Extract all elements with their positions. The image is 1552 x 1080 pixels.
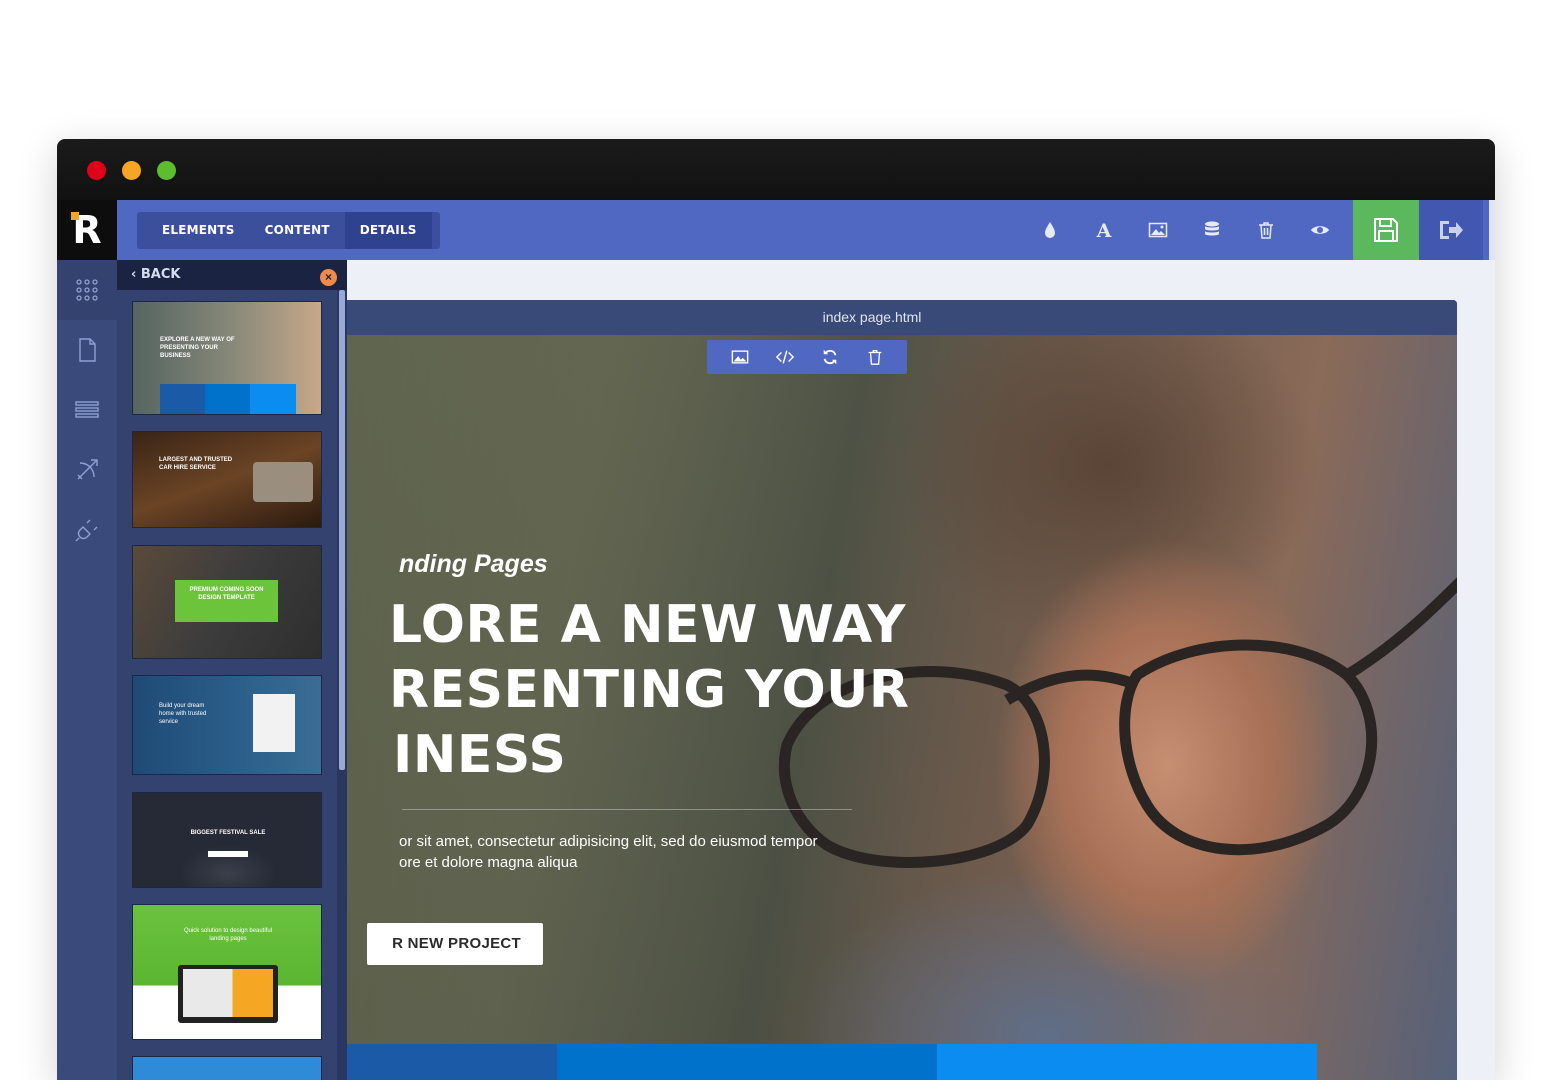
preview-tool-button[interactable] [1293, 200, 1347, 260]
back-link[interactable]: ‹ BACK [131, 260, 180, 290]
rail-item-elements[interactable] [57, 260, 117, 320]
close-window-button[interactable] [87, 161, 106, 180]
hero-subtitle: nding Pages [399, 550, 548, 578]
hero-section[interactable]: nding Pages LORE A NEW WAY RESENTING YOU… [287, 335, 1457, 1080]
thumbnail-button [208, 851, 248, 857]
template-thumbnail[interactable]: EXPLORE A NEW WAY OF PRESENTING YOUR BUS… [132, 301, 322, 415]
logo-accent [71, 212, 79, 220]
color-tool-button[interactable] [1023, 200, 1077, 260]
page-icon [79, 338, 96, 362]
back-label: BACK [140, 267, 181, 282]
page-canvas: index page.html nding Pages LORE A NEW W… [287, 300, 1457, 1080]
eye-icon [1311, 226, 1329, 234]
toolbar-edge [1489, 200, 1495, 260]
delete-tool-button[interactable] [1239, 200, 1293, 260]
trash-icon [1259, 222, 1273, 239]
drop-icon [1045, 222, 1055, 238]
file-name-label: index page.html [287, 300, 1457, 335]
data-tool-button[interactable] [1185, 200, 1239, 260]
sign-out-icon [1440, 221, 1463, 239]
floppy-icon [1374, 218, 1398, 242]
save-button[interactable] [1353, 200, 1419, 260]
template-thumbnail[interactable]: Build your dream home with trusted servi… [132, 675, 322, 775]
thumbnail-title: Build your dream home with trusted servi… [159, 703, 207, 725]
font-icon: A [1096, 220, 1112, 240]
rail-item-layers[interactable] [57, 380, 117, 440]
template-thumbnail[interactable]: LARGEST AND TRUSTED CAR HIRE SERVICE [132, 431, 322, 528]
plug-icon [75, 519, 98, 542]
exit-button[interactable] [1419, 200, 1483, 260]
panel-scroll-thumb[interactable] [339, 290, 345, 770]
thumbnail-title: PREMIUM COMING SOON DESIGN TEMPLATE [189, 587, 264, 601]
hero-divider [402, 809, 852, 810]
new-project-button[interactable]: R NEW PROJECT [367, 923, 543, 965]
refresh-icon[interactable] [821, 348, 839, 366]
grid-icon [76, 279, 98, 301]
rail-item-target[interactable] [57, 440, 117, 500]
thumbnail-laptop-screen [183, 969, 273, 1017]
panel-header: ‹ BACK × [117, 260, 347, 290]
svg-text:A: A [1096, 220, 1112, 240]
trash-icon[interactable] [866, 348, 884, 366]
hero-body-text: or sit amet, consectetur adipisicing eli… [399, 831, 818, 873]
hero-title-line: RESENTING YOUR [389, 660, 910, 720]
rail-item-plugins[interactable] [57, 500, 117, 560]
list-icon [75, 401, 99, 418]
hero-title: LORE A NEW WAY RESENTING YOUR INESS [389, 593, 909, 788]
thumbnail-strip [160, 384, 296, 414]
minimize-window-button[interactable] [122, 161, 141, 180]
blocks-panel: ‹ BACK × EXPLORE A NEW WAY OF PRESENTING… [117, 260, 347, 1080]
tab-content[interactable]: CONTENT [250, 212, 345, 249]
image-tool-button[interactable] [1131, 200, 1185, 260]
block-toolbar [707, 340, 907, 374]
thumbnail-van [253, 462, 313, 502]
feature-strip-3 [937, 1044, 1317, 1080]
tab-elements[interactable]: ELEMENTS [147, 212, 250, 249]
template-thumbnail[interactable]: BIGGEST FESTIVAL SALE [132, 792, 322, 888]
close-icon[interactable]: × [320, 269, 337, 286]
top-toolbar: ELEMENTS CONTENT DETAILS A [117, 200, 1489, 260]
zoom-window-button[interactable] [157, 161, 176, 180]
thumbnail-title: BIGGEST FESTIVAL SALE [190, 830, 266, 836]
font-tool-button[interactable]: A [1077, 200, 1131, 260]
thumbnail-title: LARGEST AND TRUSTED CAR HIRE SERVICE [159, 457, 233, 471]
left-rail: R [57, 200, 117, 1080]
template-thumbnail[interactable]: PREMIUM COMING SOON DESIGN TEMPLATE [132, 545, 322, 659]
hero-title-line: LORE A NEW WAY [389, 595, 906, 655]
image-icon[interactable] [731, 348, 749, 366]
hero-title-line: INESS [393, 725, 567, 785]
thumbnail-form [253, 694, 295, 752]
mode-tabs: ELEMENTS CONTENT DETAILS [137, 212, 440, 249]
image-icon [1148, 222, 1168, 238]
app-logo[interactable]: R [57, 200, 117, 260]
hero-body-line: or sit amet, consectetur adipisicing eli… [399, 833, 818, 850]
thumbnail-title: EXPLORE A NEW WAY OF PRESENTING YOUR BUS… [160, 337, 235, 359]
rail-item-pages[interactable] [57, 320, 117, 380]
bow-arrow-icon [77, 459, 98, 480]
tab-details[interactable]: DETAILS [344, 212, 432, 249]
app-window: R ELEMENTS CONTENT DETAILS A index page.… [57, 139, 1495, 1080]
title-bar [57, 139, 1495, 200]
thumbnail-title: Quick solution to design beautiful landi… [183, 928, 273, 942]
feature-strip-2 [557, 1044, 937, 1080]
template-thumbnail[interactable]: Quick solution to design beautiful landi… [132, 904, 322, 1040]
database-icon [1205, 221, 1219, 236]
template-thumbnail[interactable] [132, 1056, 322, 1080]
hero-body-line: ore et dolore magna aliqua [399, 854, 578, 871]
code-icon[interactable] [775, 348, 794, 366]
